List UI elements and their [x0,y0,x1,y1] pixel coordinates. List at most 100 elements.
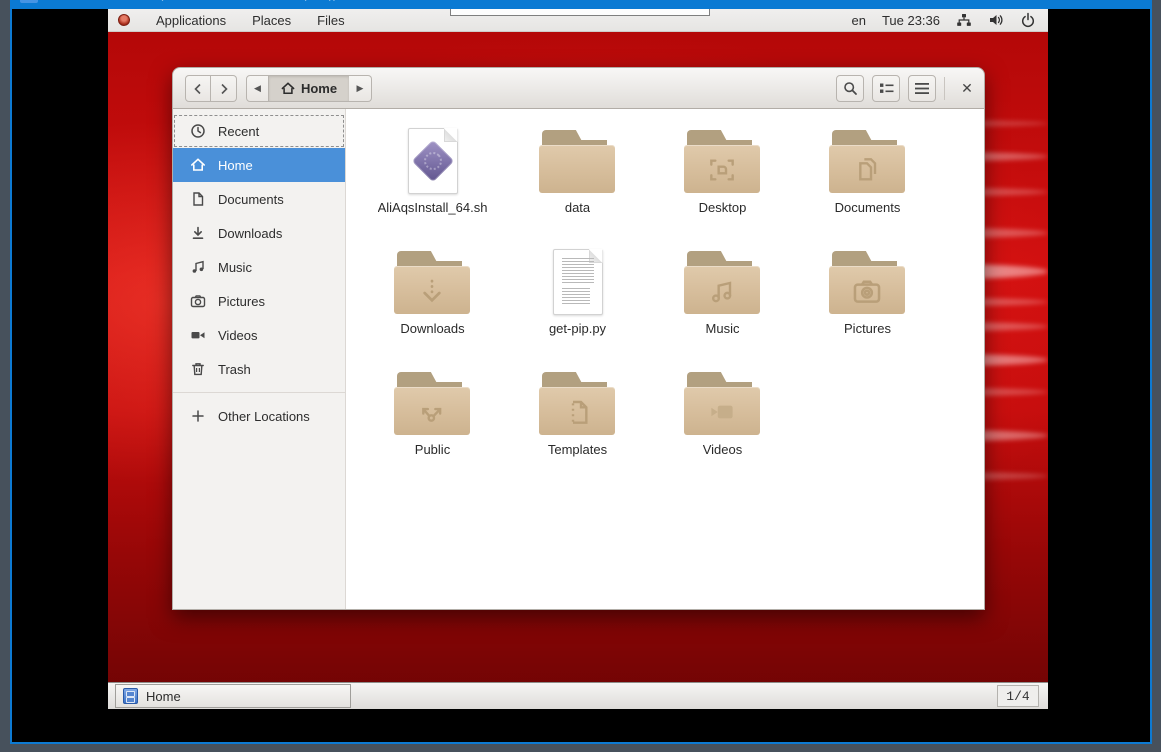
camera-icon [190,293,206,309]
file-name-label: AliAqsInstall_64.sh [378,200,488,215]
file-item-get-pip-py[interactable]: get-pip.py [505,238,650,359]
file-name-label: Downloads [400,321,464,336]
file-item-templates[interactable]: Templates [505,359,650,480]
file-name-label: get-pip.py [549,321,606,336]
forward-button[interactable] [211,75,237,102]
sidebar-item-videos[interactable]: Videos [173,318,345,352]
folder-icon [394,372,472,435]
sidebar-item-other-locations[interactable]: Other Locations [173,399,345,433]
places-sidebar: Recent Home Documents DownloadsMusic Picture… [173,109,346,609]
power-icon[interactable] [1020,12,1036,28]
sidebar-item-label: Recent [218,124,259,139]
file-name-label: Documents [835,200,901,215]
videos-emblem-icon [684,389,760,435]
workspace-pager[interactable]: 1/4 [997,685,1039,707]
vnc-window-title: 47.75.127.95:5901 (localhost.localdomain… [47,0,420,1]
file-grid[interactable]: AliAqsInstall_64.sh data Desktop Documents D… [346,109,984,609]
search-button[interactable] [836,75,864,102]
file-item-music[interactable]: Music [650,238,795,359]
file-item-videos[interactable]: Videos [650,359,795,480]
file-item-pictures[interactable]: Pictures [795,238,940,359]
file-item-documents[interactable]: Documents [795,117,940,238]
file-name-label: Public [415,442,450,457]
menu-button[interactable] [908,75,936,102]
sidebar-item-label: Documents [218,192,284,207]
sidebar-item-trash[interactable]: Trash [173,352,345,386]
view-list-icon [879,82,894,95]
sidebar-item-label: Other Locations [218,409,310,424]
sidebar-item-label: Pictures [218,294,265,309]
sidebar-item-home[interactable]: Home [173,148,345,182]
sidebar-item-label: Home [218,158,253,173]
file-name-label: Pictures [844,321,891,336]
menu-applications[interactable]: Applications [156,13,226,28]
minimize-button[interactable] [1020,0,1064,9]
sidebar-item-documents[interactable]: Documents [173,182,345,216]
folder-icon [684,372,762,435]
back-button[interactable] [185,75,211,102]
location-label: Home [301,81,337,96]
sidebar-item-label: Videos [218,328,258,343]
clock[interactable]: Tue 23:36 [882,13,940,28]
file-manager-icon [123,688,138,704]
screen-root: 科技有限公... V2 47.75.127.95:5901 (localhost… [0,0,1161,752]
file-item-data[interactable]: data [505,117,650,238]
chevron-left-icon [193,83,203,95]
vnc-titlebar[interactable]: V2 47.75.127.95:5901 (localhost.localdom… [10,0,1152,9]
sidebar-item-downloads[interactable]: Downloads [173,216,345,250]
folder-icon [394,251,472,314]
file-manager-headerbar[interactable]: ◀ Home ▶ [172,67,985,109]
path-forward-arrow-button[interactable]: ▶ [349,75,372,102]
folder-icon [539,372,617,435]
shell-script-icon [408,128,458,194]
trash-icon [190,361,206,377]
view-toggle-button[interactable] [872,75,900,102]
downloads-emblem-icon [394,268,470,314]
keyboard-layout-indicator[interactable]: en [851,13,865,28]
document-icon [190,191,206,207]
header-separator [944,77,945,100]
folder-icon [684,130,762,193]
network-icon[interactable] [956,12,972,28]
distro-icon [118,14,130,26]
sidebar-item-label: Trash [218,362,251,377]
documents-emblem-icon [829,147,905,193]
maximize-button[interactable] [1064,0,1108,9]
menu-files[interactable]: Files [317,13,344,28]
home-icon [190,157,206,173]
vnc-toolbar-strip[interactable] [450,9,710,16]
vnc-viewer-window: V2 47.75.127.95:5901 (localhost.localdom… [10,9,1152,744]
sidebar-item-pictures[interactable]: Pictures [173,284,345,318]
search-icon [843,81,858,96]
location-button[interactable]: Home [269,75,349,102]
path-back-arrow-button[interactable]: ◀ [246,75,269,102]
file-item-downloads[interactable]: Downloads [360,238,505,359]
volume-icon[interactable] [988,12,1004,28]
text-file-icon [553,249,603,315]
clock-icon [190,123,206,139]
file-item-public[interactable]: Public [360,359,505,480]
folder-icon [829,251,907,314]
desktop-emblem-icon [684,147,760,193]
hamburger-icon [915,83,929,94]
templates-emblem-icon [539,389,615,435]
window-close-button[interactable]: ✕ [952,75,982,102]
menu-places[interactable]: Places [252,13,291,28]
file-item-desktop[interactable]: Desktop [650,117,795,238]
chevron-right-icon [219,83,229,95]
pictures-emblem-icon [829,268,905,314]
plus-icon [190,408,206,424]
folder-icon [684,251,762,314]
folder-icon [539,130,617,193]
close-icon: ✕ [1124,0,1137,1]
file-name-label: data [565,200,590,215]
sidebar-item-music[interactable]: Music [173,250,345,284]
taskbar-home-button[interactable]: Home [115,684,351,708]
close-button[interactable]: ✕ [1108,0,1152,9]
music-icon [190,259,206,275]
file-item-aliaqsinstall-64-sh[interactable]: AliAqsInstall_64.sh [360,117,505,238]
public-emblem-icon [394,389,470,435]
sidebar-item-recent[interactable]: Recent [173,114,345,148]
remote-desktop: Applications Places Files en Tue 23:36 [108,9,1048,709]
music-emblem-icon [684,268,760,314]
